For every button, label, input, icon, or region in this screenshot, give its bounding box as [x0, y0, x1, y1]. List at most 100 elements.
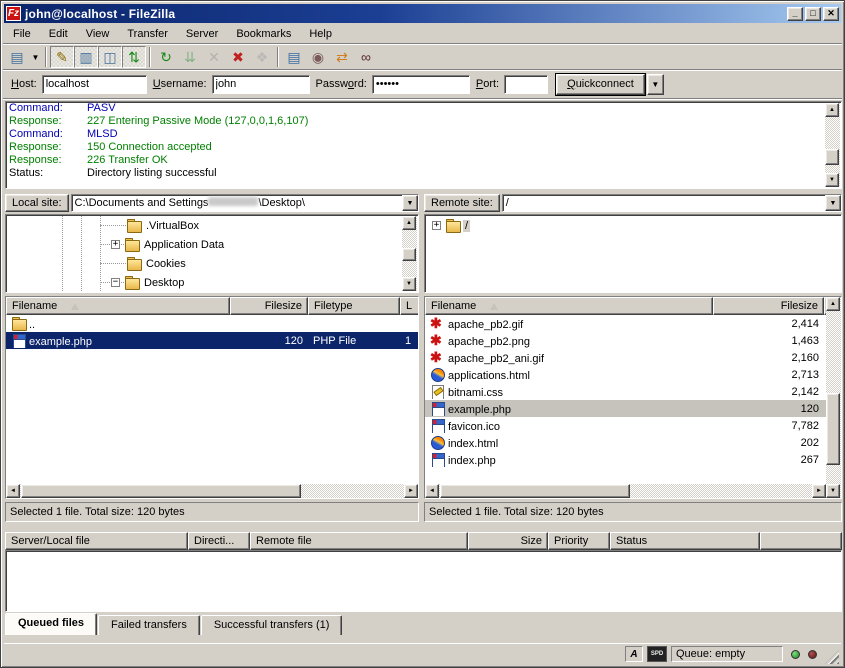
- column-header-priority[interactable]: Priority: [548, 532, 610, 550]
- tree-item-desktop[interactable]: −Desktop: [7, 273, 417, 291]
- scroll-down-icon[interactable]: ▼: [402, 277, 416, 291]
- file-row-apache_pb2-png[interactable]: apache_pb2.png1,463: [425, 332, 826, 349]
- toolbar-button-toggle-transfer-queue[interactable]: ⇅: [122, 46, 146, 68]
- scrollbar-thumb[interactable]: [21, 484, 301, 498]
- menu-item-help[interactable]: Help: [300, 26, 341, 42]
- minimize-button[interactable]: _: [787, 7, 803, 21]
- tree-item-application-data[interactable]: +Application Data: [7, 235, 417, 254]
- expand-icon[interactable]: +: [111, 240, 120, 249]
- toolbar-button-directory-comparison[interactable]: ◉: [306, 46, 330, 68]
- local-combo-dropdown-icon[interactable]: ▼: [402, 195, 418, 211]
- file-row-apache_pb2-gif[interactable]: apache_pb2.gif2,414: [425, 315, 826, 332]
- speed-limit-indicator-icon[interactable]: SPD: [647, 646, 667, 662]
- scroll-down-icon[interactable]: ▼: [825, 173, 839, 187]
- local-site-path[interactable]: C:\Documents and Settings\Desktop\: [72, 195, 402, 211]
- tree-item--virtualbox[interactable]: .VirtualBox: [7, 216, 417, 235]
- process-queue-icon: ⇊: [184, 49, 196, 66]
- scroll-up-icon[interactable]: ▲: [826, 297, 840, 311]
- column-header-filetype[interactable]: Filetype: [308, 297, 400, 315]
- remote-horizontal-scrollbar[interactable]: ◄ ►: [425, 484, 826, 498]
- close-button[interactable]: ✕: [823, 7, 839, 21]
- scroll-up-icon[interactable]: ▲: [825, 103, 839, 117]
- file-row-applications-html[interactable]: applications.html2,713: [425, 366, 826, 383]
- toolbar-button-find-files[interactable]: ∞: [354, 46, 378, 68]
- scroll-left-icon[interactable]: ◄: [6, 484, 20, 498]
- column-header-filename[interactable]: Filename: [425, 297, 713, 315]
- toolbar-button-filename-filters[interactable]: ▤: [282, 46, 306, 68]
- data-type-indicator-icon[interactable]: A: [625, 646, 643, 662]
- column-header-status[interactable]: Status: [610, 532, 760, 550]
- toolbar-button-toggle-remote-tree[interactable]: ◫: [98, 46, 122, 68]
- remote-site-combo[interactable]: / ▼: [502, 194, 842, 212]
- remote-combo-dropdown-icon[interactable]: ▼: [825, 195, 841, 211]
- menubar: FileEditViewTransferServerBookmarksHelp: [4, 24, 841, 43]
- local-site-combo[interactable]: C:\Documents and Settings\Desktop\ ▼: [71, 194, 419, 212]
- menu-item-edit[interactable]: Edit: [40, 26, 77, 42]
- file-row-favicon-ico[interactable]: favicon.ico7,782: [425, 417, 826, 434]
- file-row-bitnami-css[interactable]: bitnami.css2,142: [425, 383, 826, 400]
- file-row-example-php[interactable]: example.php120: [425, 400, 826, 417]
- column-header-filesize[interactable]: Filesize: [230, 297, 308, 315]
- local-tree-scrollbar[interactable]: ▲ ▼: [402, 216, 417, 291]
- username-input[interactable]: [212, 75, 310, 94]
- titlebar[interactable]: Fz john@localhost - FileZilla _ □ ✕: [4, 4, 841, 23]
- menu-item-view[interactable]: View: [77, 26, 119, 42]
- scroll-right-icon[interactable]: ►: [812, 484, 826, 498]
- column-header-filename[interactable]: Filename: [6, 297, 230, 315]
- tree-item-root[interactable]: +/: [426, 216, 840, 235]
- message-log-scrollbar[interactable]: ▲ ▼: [825, 103, 840, 187]
- scrollbar-thumb[interactable]: [825, 149, 839, 165]
- quickconnect-dropdown-icon[interactable]: ▼: [647, 74, 664, 95]
- menu-item-bookmarks[interactable]: Bookmarks: [227, 26, 300, 42]
- scroll-up-icon[interactable]: ▲: [402, 216, 416, 230]
- column-header-server-local-file[interactable]: Server/Local file: [5, 532, 188, 550]
- tree-item-cookies[interactable]: Cookies: [7, 254, 417, 273]
- file-row--[interactable]: ..: [6, 315, 418, 332]
- scrollbar-thumb[interactable]: [402, 248, 416, 261]
- local-horizontal-scrollbar[interactable]: ◄ ►: [6, 484, 418, 498]
- toolbar-button-synchronized-browsing[interactable]: ⇄: [330, 46, 354, 68]
- scrollbar-thumb[interactable]: [440, 484, 630, 498]
- tab-successful-transfers-1-[interactable]: Successful transfers (1): [201, 615, 343, 635]
- column-header-l[interactable]: L: [400, 297, 418, 315]
- port-input[interactable]: [504, 75, 548, 94]
- toolbar-button-toggle-local-tree[interactable]: ▥: [74, 46, 98, 68]
- column-header-size[interactable]: Size: [468, 532, 548, 550]
- collapse-icon[interactable]: −: [111, 278, 120, 287]
- tab-failed-transfers[interactable]: Failed transfers: [98, 615, 200, 635]
- tab-queued-files[interactable]: Queued files: [5, 613, 97, 635]
- toolbar-button-reconnect[interactable]: ❖: [250, 46, 274, 68]
- toolbar-button-process-queue[interactable]: ⇊: [178, 46, 202, 68]
- expand-icon[interactable]: +: [432, 221, 441, 230]
- column-header-remote-file[interactable]: Remote file: [250, 532, 468, 550]
- toolbar-button-disconnect[interactable]: ✖: [226, 46, 250, 68]
- column-header-directi-[interactable]: Directi...: [188, 532, 250, 550]
- toolbar-button-site-manager[interactable]: ▤: [5, 46, 29, 68]
- toolbar-button-cancel-operation[interactable]: ✕: [202, 46, 226, 68]
- menu-item-server[interactable]: Server: [177, 26, 227, 42]
- site-manager-dropdown-icon[interactable]: ▼: [29, 46, 42, 68]
- file-row-index-html[interactable]: index.html202: [425, 434, 826, 451]
- password-input[interactable]: [372, 75, 470, 94]
- filename-filters-icon: ▤: [287, 49, 300, 66]
- toolbar-button-toggle-message-log[interactable]: ✎: [50, 46, 74, 68]
- maximize-button[interactable]: □: [805, 7, 821, 21]
- file-name: apache_pb2.gif: [425, 317, 713, 331]
- scrollbar-thumb[interactable]: [826, 393, 840, 465]
- menu-item-transfer[interactable]: Transfer: [118, 26, 177, 42]
- quickconnect-button[interactable]: Quickconnect: [556, 74, 645, 95]
- scroll-left-icon[interactable]: ◄: [425, 484, 439, 498]
- remote-site-path[interactable]: /: [503, 195, 825, 211]
- column-header-filesize[interactable]: Filesize: [713, 297, 824, 315]
- file-row-example-php[interactable]: example.php120PHP File1: [6, 332, 418, 349]
- toolbar-button-refresh[interactable]: ↻: [154, 46, 178, 68]
- menu-item-file[interactable]: File: [4, 26, 40, 42]
- scroll-down-icon[interactable]: ▼: [826, 484, 840, 498]
- scroll-right-icon[interactable]: ►: [404, 484, 418, 498]
- resize-grip[interactable]: [825, 650, 839, 664]
- file-row-apache_pb2_ani-gif[interactable]: apache_pb2_ani.gif2,160: [425, 349, 826, 366]
- file-row-index-php[interactable]: index.php267: [425, 451, 826, 468]
- remote-vertical-scrollbar[interactable]: ▲ ▼: [826, 297, 841, 498]
- host-input[interactable]: [42, 75, 147, 94]
- log-label: Response:: [9, 141, 87, 154]
